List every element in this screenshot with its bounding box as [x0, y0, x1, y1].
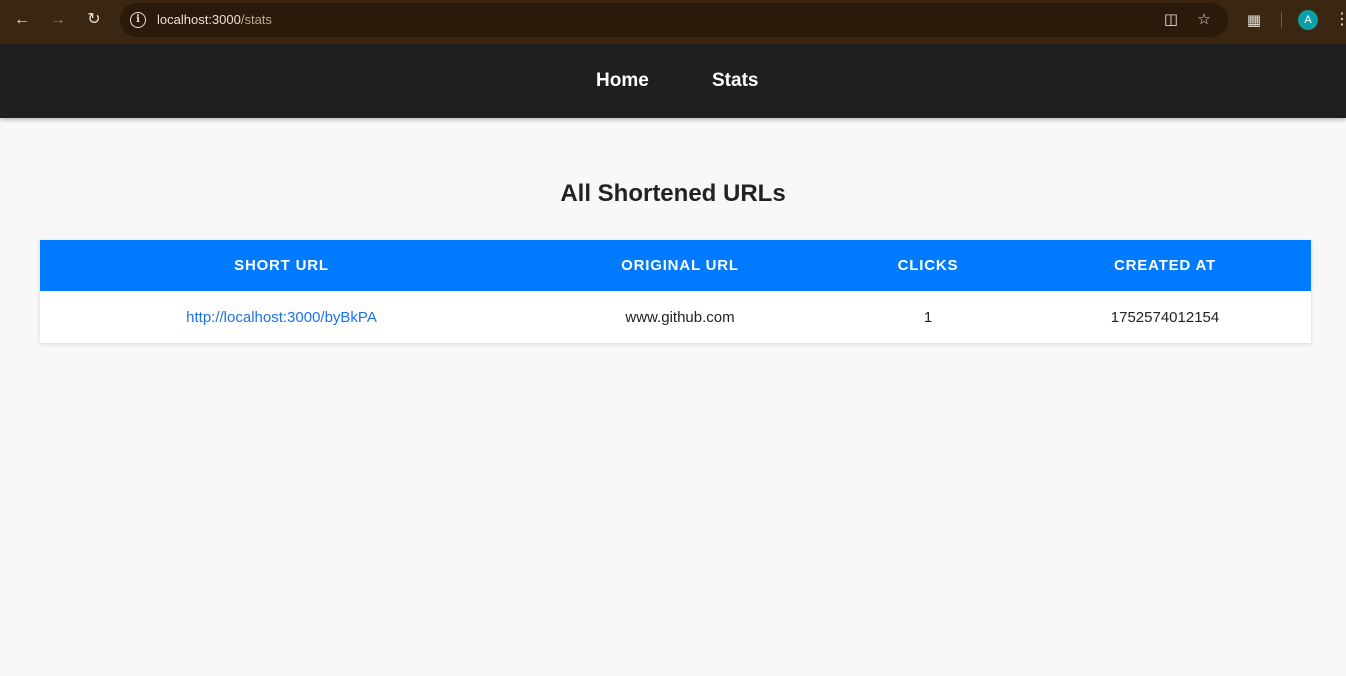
nav-home-link[interactable]: Home [596, 70, 649, 92]
cell-created-at: 1752574012154 [1110, 308, 1220, 326]
reload-icon[interactable]: ↻ [80, 8, 108, 32]
extensions-puzzle-icon[interactable]: ▦ [1243, 10, 1265, 32]
cell-short-url: http://localhost:3000/byBkPA [40, 291, 523, 343]
app-navbar: Home Stats [0, 44, 1346, 118]
install-app-icon[interactable]: ◫ [1161, 10, 1181, 30]
forward-arrow-icon[interactable]: → [44, 8, 72, 32]
profile-avatar[interactable]: A [1298, 10, 1318, 30]
short-url-link[interactable]: http://localhost:3000/byBkPA [186, 309, 377, 326]
browser-menu-icon[interactable]: ⋮ [1334, 8, 1346, 32]
address-url[interactable]: localhost:3000/stats [157, 12, 272, 27]
header-short-url: Short URL [234, 257, 329, 274]
page-title: All Shortened URLs [560, 180, 786, 207]
cell-original-url: www.github.com [625, 308, 735, 326]
browser-toolbar: ← → ↻ i localhost:3000/stats ◫ ☆ ▦ A ⋮ [0, 0, 1346, 44]
site-info-icon[interactable]: i [130, 12, 146, 28]
urls-table-container: Short URL Original URL Clicks Created At… [40, 240, 1311, 343]
urls-table: Short URL Original URL Clicks Created At… [40, 240, 1311, 343]
table-row: http://localhost:3000/byBkPA www.github.… [40, 291, 1311, 343]
address-bar[interactable]: i localhost:3000/stats ◫ ☆ [120, 3, 1228, 37]
header-original-url: Original URL [621, 257, 739, 274]
cell-clicks: 1 [923, 308, 933, 326]
url-host: localhost:3000 [157, 12, 241, 27]
header-clicks: Clicks [897, 257, 959, 274]
url-path: /stats [240, 12, 272, 27]
table-header-row: Short URL Original URL Clicks Created At [40, 240, 1311, 291]
bookmark-star-icon[interactable]: ☆ [1194, 10, 1214, 30]
header-created-at: Created At [1114, 257, 1216, 274]
nav-stats-link[interactable]: Stats [712, 70, 758, 92]
back-arrow-icon[interactable]: ← [8, 8, 36, 32]
toolbar-divider [1281, 12, 1282, 28]
